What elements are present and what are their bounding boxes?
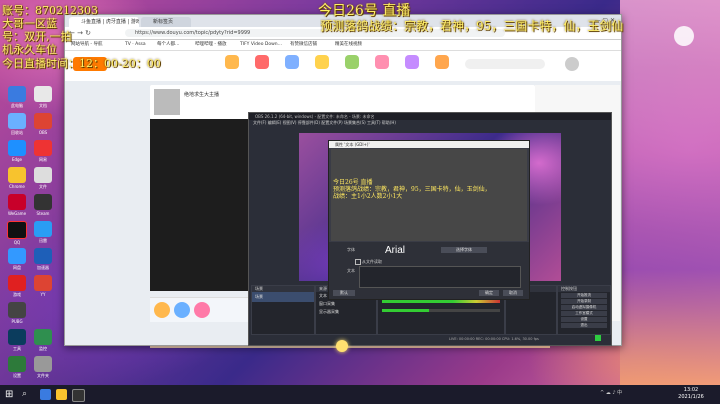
from-file-label: 从文件读取 [362,259,382,264]
status-indicator [595,335,601,341]
taskbar-app-icon[interactable] [56,389,67,400]
ok-button[interactable]: 确定 [479,290,499,296]
desktop-icon[interactable]: 加速器 [30,248,56,278]
gift-icon[interactable] [174,302,190,318]
clock-date[interactable]: 2021/1/26 [676,394,706,400]
media-progress-knob[interactable] [336,340,348,352]
nav-icon[interactable] [435,55,449,69]
exit-button[interactable]: 退出 [561,323,607,328]
start-stream-button[interactable]: 开始推流 [561,293,607,298]
text-properties-dialog: 属性 '文本 (GDI+)' 今日26号 直播 预测落鸽战绩：宗教，君神，95，… [328,140,530,300]
desktop-icon[interactable]: 文件夹 [30,356,56,386]
desktop-icon[interactable]: 监控 [30,329,56,359]
source-item[interactable]: 窗口采集 [316,300,376,308]
desktop-icon[interactable]: PUBG [4,302,30,332]
desktop-icon[interactable]: 工具 [4,329,30,359]
streamer-name: 绝地求生大主播 [184,92,220,98]
overlay-prediction: 预测落鸽战绩：宗教，君神，95，三国卡特，仙，玉剑仙 [320,19,624,33]
nav-buttons-icon[interactable]: ← → ↻ [69,28,91,38]
dialog-properties: 字体 Arial 选择字体 从文件读取 文本 默认 确定 取消 [329,242,529,299]
desktop-icon[interactable]: 文档 [30,86,56,116]
nav-icon[interactable] [345,55,359,69]
audio-meter [382,309,500,312]
desktop-icon[interactable]: 游戏 [4,275,30,305]
start-icon[interactable]: ⊞ [5,389,16,400]
streamer-avatar[interactable] [154,89,180,115]
desktop-icon[interactable]: 此电脑 [4,86,30,116]
audio-meter [382,300,500,303]
dialog-title: 属性 '文本 (GDI+)' [329,141,529,148]
taskbar: ⊞ ⌕ ^ ☁ ♪ 中 13:02 2021/1/26 [0,385,720,404]
cancel-button[interactable]: 取消 [503,290,523,296]
status-bar: LIVE: 00:00:00 REC: 00:00:00 CPU: 1.6%, … [449,337,539,341]
bookmark[interactable]: 有赞微信店铺 [290,41,317,49]
nav-icon[interactable] [225,55,239,69]
settings-button[interactable]: 设置 [561,317,607,322]
preview-text: 今日26号 直播 预测落鸽战绩：宗教，君神，95，三国卡特，仙，玉剑仙， 战绩：… [333,179,491,200]
text-label: 文本 [347,268,355,273]
desktop-icon[interactable]: Steam [30,194,56,224]
bookmark[interactable]: 网站导航 - 导航 [71,41,102,49]
controls-dock: 控制按钮 开始推流 开始录制 启动虚拟摄像机 工作室模式 设置 退出 [557,285,611,335]
desktop-icon[interactable]: 文件 [30,167,56,197]
bookmark[interactable]: 精美在线视频 [335,41,362,49]
scene-item[interactable]: 场景 [252,292,314,302]
dock-title: 控制按钮 [558,286,610,292]
tray-icons[interactable]: ^ ☁ ♪ 中 [600,389,622,396]
font-label: 字体 [347,247,355,252]
desktop-icon[interactable]: 设置 [4,356,30,386]
source-item[interactable]: 显示器采集 [316,308,376,316]
from-file-checkbox[interactable] [355,259,361,265]
taskbar-app-icon[interactable] [72,389,85,402]
dialog-preview: 今日26号 直播 预测落鸽战绩：宗教，君神，95，三国卡特，仙，玉剑仙， 战绩：… [331,149,527,241]
nav-icon[interactable] [255,55,269,69]
overlay-schedule: 今日直播时间：12：00-20：00 [2,57,161,70]
desktop-icon[interactable]: 回收站 [4,113,30,143]
taskbar-app-icon[interactable] [40,389,51,400]
nav-icon[interactable] [285,55,299,69]
obs-menu-bar[interactable]: 文件(F) 编辑(E) 视图(V) 停靠部件(D) 配置文件(P) 场景集合(S… [249,120,611,126]
browser-tab[interactable]: 斗鱼直播 | 虎牙直播 | 游戏直播 [69,17,139,27]
desktop-icon[interactable]: OBS [30,113,56,143]
nav-icon[interactable] [315,55,329,69]
font-value: Arial [385,245,406,256]
desktop-icon[interactable]: 网盘 [4,248,30,278]
gift-icon[interactable] [194,302,210,318]
bookmark[interactable]: 哔哩哔哩 - 播放 [195,41,226,49]
bookmark[interactable]: 每个人都… [157,41,180,49]
select-font-button[interactable]: 选择字体 [441,247,487,253]
search-icon[interactable]: ⌕ [22,389,33,400]
nav-icon[interactable] [375,55,389,69]
virtual-camera-button[interactable]: 启动虚拟摄像机 [561,305,607,310]
gift-icon[interactable] [154,302,170,318]
text-input[interactable] [359,266,521,288]
desktop-icon[interactable]: WeGame [4,194,30,224]
bookmarks-bar: 网站导航 - 导航 TV · Assa 每个人都… 哔哩哔哩 - 播放 TIFY… [65,40,621,51]
desktop-icon[interactable]: 网易 [30,140,56,170]
bookmark[interactable]: TV · Assa [125,41,146,49]
clock-time[interactable]: 13:02 [676,387,706,393]
desktop-icon[interactable]: 迅雷 [30,221,56,251]
bookmark[interactable]: TIFY Video Down… [240,41,282,49]
search-input[interactable] [465,59,545,69]
desktop-icon[interactable]: YY [30,275,56,305]
browser-tab[interactable]: 新标签页 [141,17,191,27]
desktop-icon[interactable]: QQ [4,221,30,251]
scenes-dock: 场景 场景 [251,285,315,335]
desktop-icon[interactable]: Chrome [4,167,30,197]
studio-mode-button[interactable]: 工作室模式 [561,311,607,316]
obs-title-bar: OBS 26.1.2 (64-bit, windows) - 配置文件: 未命名… [249,113,611,120]
wallpaper-right-art [620,0,720,385]
nav-icon[interactable] [405,55,419,69]
media-progress-track[interactable] [150,346,550,348]
avatar[interactable] [565,57,579,71]
start-record-button[interactable]: 开始录制 [561,299,607,304]
defaults-button[interactable]: 默认 [333,290,355,296]
desktop-icon[interactable]: Edge [4,140,30,170]
